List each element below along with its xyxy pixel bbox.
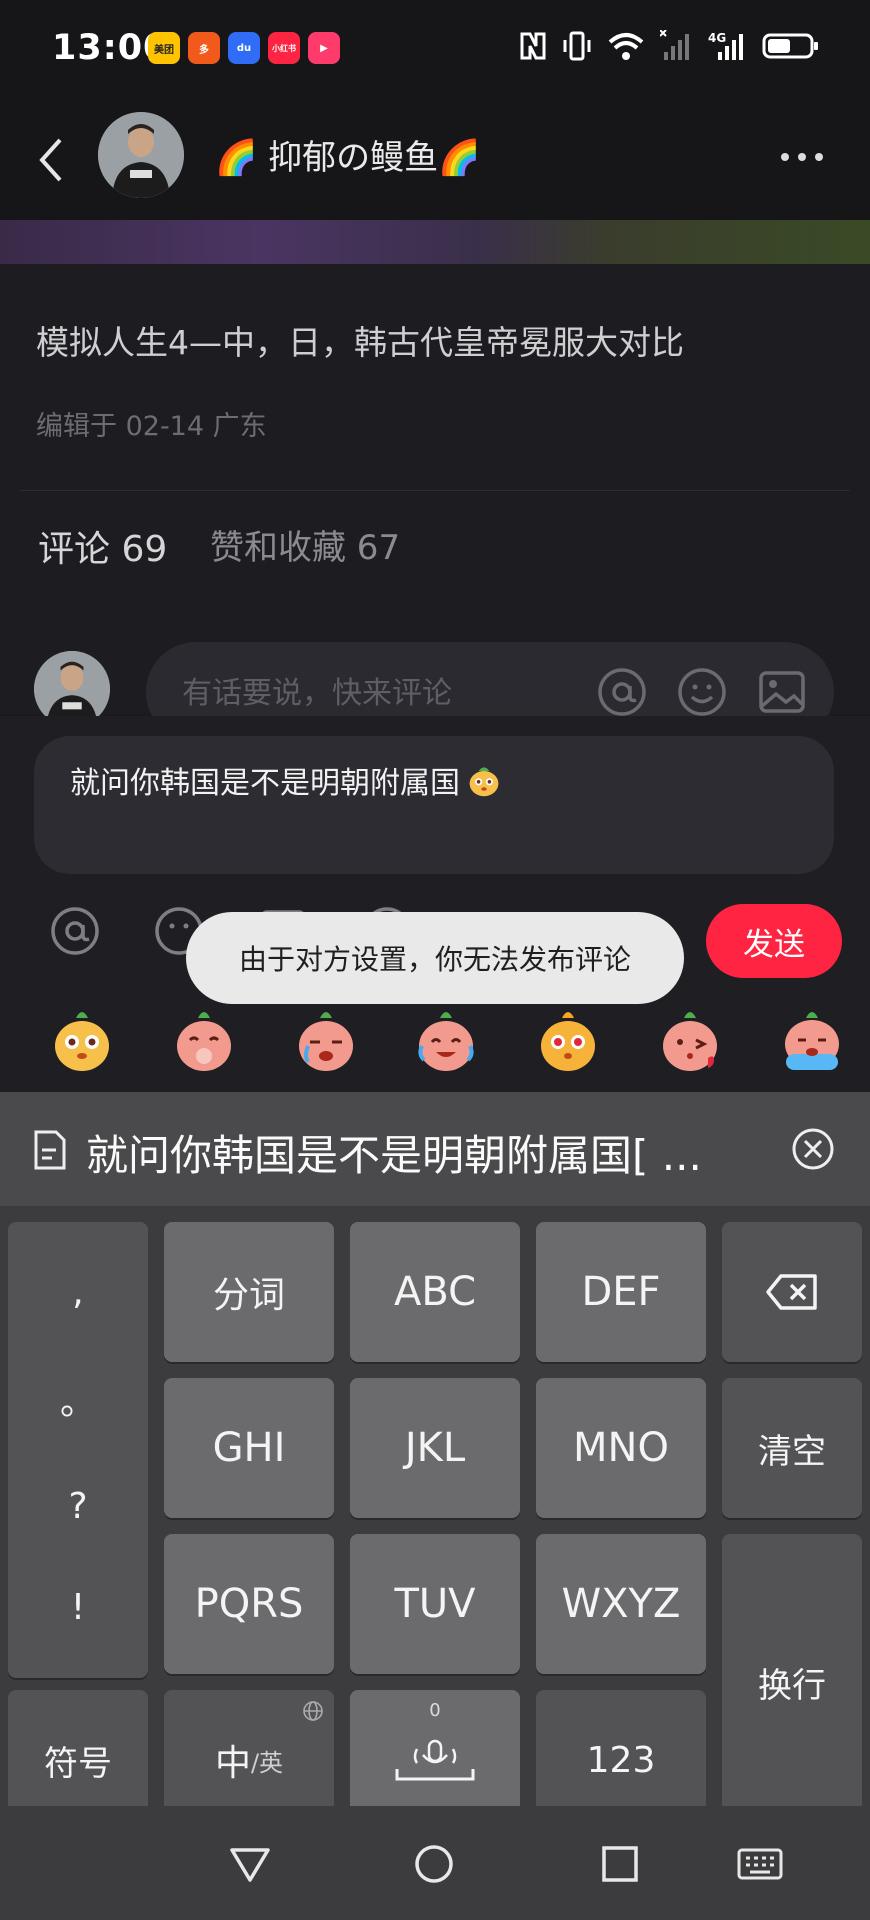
- backspace-icon: [766, 1274, 817, 1310]
- back-triangle-icon[interactable]: [228, 1842, 272, 1886]
- key-backspace[interactable]: [722, 1222, 862, 1362]
- nfc-icon: [520, 32, 546, 60]
- note-content: 模拟人生4—中，日，韩古代皇帝冕服大对比 编辑于 02-14 广东 评论 69 …: [0, 264, 870, 742]
- key-period[interactable]: 。: [60, 1373, 96, 1425]
- author-username[interactable]: 🌈 抑郁の鳗鱼🌈: [215, 130, 480, 179]
- svg-text:4G: 4G: [708, 31, 726, 45]
- system-nav-bar: [0, 1806, 870, 1920]
- microphone-icon: [395, 1739, 475, 1781]
- baidu-app-icon: du: [228, 32, 260, 64]
- comment-composer: 就问你韩国是不是明朝附属国 发送 由于对方设置，你无法发布评论: [0, 716, 870, 1092]
- more-options-button[interactable]: [774, 142, 830, 172]
- key-clear[interactable]: 清空: [722, 1378, 862, 1518]
- key-jkl[interactable]: JKL: [350, 1378, 520, 1518]
- at-mention-icon[interactable]: [596, 666, 648, 718]
- key-question[interactable]: ?: [68, 1486, 87, 1527]
- signal-4g-icon: 4G: [708, 31, 743, 60]
- author-avatar[interactable]: [98, 112, 184, 198]
- status-bar: 13:00 美团 多 du 小红书 ▶ 4G: [0, 0, 870, 100]
- composer-text-wrap: 就问你韩国是不是明朝附属国: [70, 758, 502, 802]
- tab-comments[interactable]: 评论 69: [38, 520, 167, 572]
- key-comma[interactable]: ,: [72, 1272, 83, 1313]
- key-enter[interactable]: 换行: [722, 1534, 862, 1830]
- status-indicators: 4G: [518, 30, 820, 62]
- signal-sim2-icon: [660, 30, 689, 60]
- radish-sobbing-sticker-icon[interactable]: [780, 1006, 844, 1074]
- recents-square-icon[interactable]: [598, 1842, 642, 1886]
- space-hint-label: 0: [429, 1700, 441, 1721]
- meituan-app-icon: 美团: [148, 32, 180, 64]
- key-ghi[interactable]: GHI: [164, 1378, 334, 1518]
- home-circle-icon[interactable]: [412, 1842, 456, 1886]
- xiaohongshu-app-icon: 小红书: [268, 32, 300, 64]
- radish-starry-eyes-sticker-icon[interactable]: [536, 1006, 600, 1074]
- comment-placeholder: 有话要说，快来评论: [182, 676, 452, 711]
- key-segment[interactable]: 分词: [164, 1222, 334, 1362]
- tab-likes-collects[interactable]: 赞和收藏 67: [210, 520, 400, 569]
- key-mno[interactable]: MNO: [536, 1378, 706, 1518]
- lang-main-label: 中: [214, 1743, 251, 1784]
- back-button[interactable]: [30, 130, 70, 190]
- punctuation-column: , 。 ? !: [8, 1222, 148, 1678]
- battery-icon: [762, 33, 818, 59]
- cannot-comment-toast: 由于对方设置，你无法发布评论: [186, 912, 684, 1004]
- key-wxyz[interactable]: WXYZ: [536, 1534, 706, 1674]
- key-abc[interactable]: ABC: [350, 1222, 520, 1362]
- note-image-edge: [0, 220, 870, 264]
- key-exclamation[interactable]: !: [71, 1587, 85, 1628]
- divider: [20, 490, 850, 491]
- note-edit-meta: 编辑于 02-14 广东: [36, 411, 267, 442]
- radish-sticker-icon: [469, 767, 499, 797]
- radish-laugh-cry-sticker-icon[interactable]: [414, 1006, 478, 1074]
- image-icon[interactable]: [756, 666, 808, 718]
- radish-crying-sticker-icon[interactable]: [294, 1006, 358, 1074]
- key-pqrs[interactable]: PQRS: [164, 1534, 334, 1674]
- send-button[interactable]: 发送: [706, 904, 842, 978]
- radish-cover-mouth-sticker-icon[interactable]: [172, 1006, 236, 1074]
- at-mention-icon[interactable]: [48, 904, 102, 958]
- globe-icon: [303, 1701, 323, 1721]
- clipboard-suggestion-text: 就问你韩国是不是明朝附属国[ ...: [86, 1131, 702, 1180]
- key-tuv[interactable]: TUV: [350, 1534, 520, 1674]
- emoji-icon[interactable]: [676, 666, 728, 718]
- vibrate-icon: [563, 31, 591, 61]
- radish-smile-sticker-icon[interactable]: [50, 1006, 114, 1074]
- keyboard-toggle-icon[interactable]: [736, 1842, 784, 1886]
- chevron-left-icon: [39, 138, 62, 182]
- wifi-icon: [608, 33, 644, 60]
- note-title: 模拟人生4—中，日，韩古代皇帝冕服大对比: [36, 323, 684, 362]
- lang-sub-label: /英: [250, 1748, 284, 1777]
- radish-kiss-sticker-icon[interactable]: [658, 1006, 722, 1074]
- keyboard-clipboard-suggestion[interactable]: 就问你韩国是不是明朝附属国[ ...: [0, 1092, 870, 1206]
- clipboard-icon: [34, 1130, 66, 1170]
- composer-text-input[interactable]: 就问你韩国是不是明朝附属国: [34, 736, 834, 874]
- key-def[interactable]: DEF: [536, 1222, 706, 1362]
- person-photo-icon: [98, 112, 184, 198]
- composer-text-value: 就问你韩国是不是明朝附属国: [70, 766, 460, 801]
- sticker-row: [0, 1006, 870, 1082]
- note-header: 🌈 抑郁の鳗鱼🌈: [0, 100, 870, 220]
- notification-app-badges: 美团 多 du 小红书 ▶: [148, 32, 340, 64]
- video-app-icon: ▶: [308, 32, 340, 64]
- pinduoduo-app-icon: 多: [188, 32, 220, 64]
- close-icon[interactable]: [790, 1126, 836, 1172]
- keyboard: , 。 ? ! 分词 ABC DEF GHI JKL MNO 清空 PQRS T…: [0, 1206, 870, 1830]
